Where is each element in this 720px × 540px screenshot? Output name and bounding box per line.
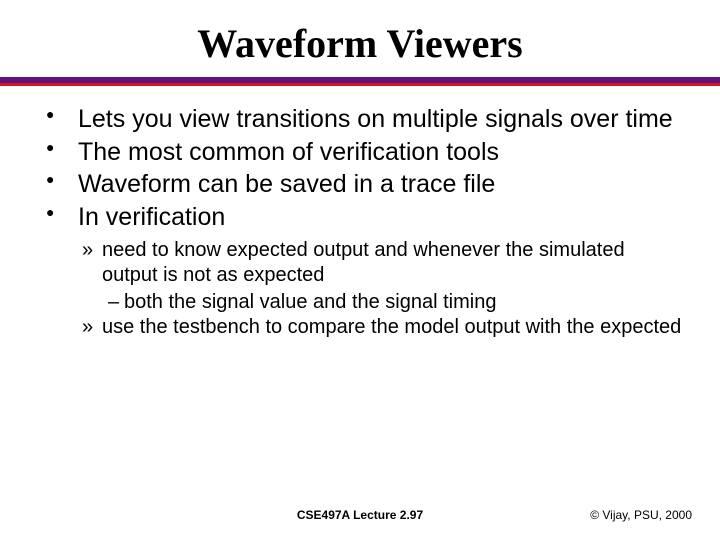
slide: Waveform Viewers Lets you view transitio… (0, 0, 720, 540)
bullet-list: Lets you view transitions on multiple si… (46, 104, 684, 232)
sub-bullet-item: use the testbench to compare the model o… (46, 315, 684, 340)
bullet-item: In verification (46, 202, 684, 233)
dash-item: both the signal value and the signal tim… (46, 290, 684, 315)
sub-bullet-list: need to know expected output and wheneve… (46, 238, 684, 340)
divider-bottom (0, 83, 720, 86)
content-area: Lets you view transitions on multiple si… (0, 104, 720, 340)
bullet-item: The most common of verification tools (46, 137, 684, 168)
bullet-item: Lets you view transitions on multiple si… (46, 104, 684, 135)
sub-bullet-item: need to know expected output and wheneve… (46, 238, 684, 288)
bullet-item: Waveform can be saved in a trace file (46, 169, 684, 200)
footer-right: © Vijay, PSU, 2000 (590, 508, 692, 522)
slide-title: Waveform Viewers (0, 20, 720, 67)
